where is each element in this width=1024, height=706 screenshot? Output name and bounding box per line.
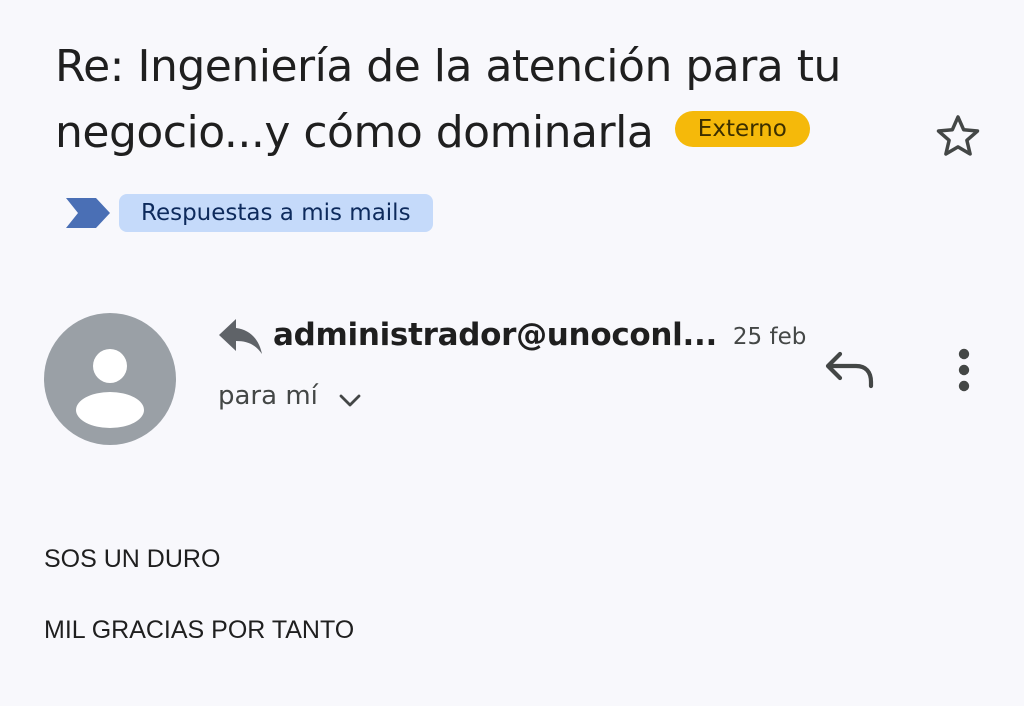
recipient-label: para mí	[218, 381, 318, 411]
person-icon	[76, 349, 144, 428]
email-subject: Re: Ingeniería de la atención para tu ne…	[55, 34, 915, 166]
recipient-details-toggle[interactable]: para mí	[218, 374, 364, 418]
sender-row: administrador@unoconl... 25 feb	[216, 305, 806, 365]
reply-icon	[825, 351, 874, 389]
star-outline-icon	[936, 115, 980, 156]
external-badge: Externo	[674, 111, 810, 147]
replied-arrow-icon	[216, 311, 264, 359]
email-date: 25 feb	[732, 324, 807, 350]
sender-address[interactable]: administrador@unoconl...	[273, 317, 717, 353]
more-options-button[interactable]	[940, 340, 988, 400]
star-button[interactable]	[928, 106, 988, 166]
more-vert-icon	[958, 348, 970, 392]
reply-button[interactable]	[818, 342, 882, 398]
email-body-line: SOS UN DURO	[44, 545, 221, 573]
label-important-icon	[64, 194, 114, 232]
avatar[interactable]	[44, 313, 176, 445]
email-body-line: MIL GRACIAS POR TANTO	[44, 616, 355, 644]
label-row: Respuestas a mis mails	[64, 194, 433, 232]
chevron-down-icon	[336, 386, 364, 414]
label-chip[interactable]: Respuestas a mis mails	[119, 194, 433, 232]
